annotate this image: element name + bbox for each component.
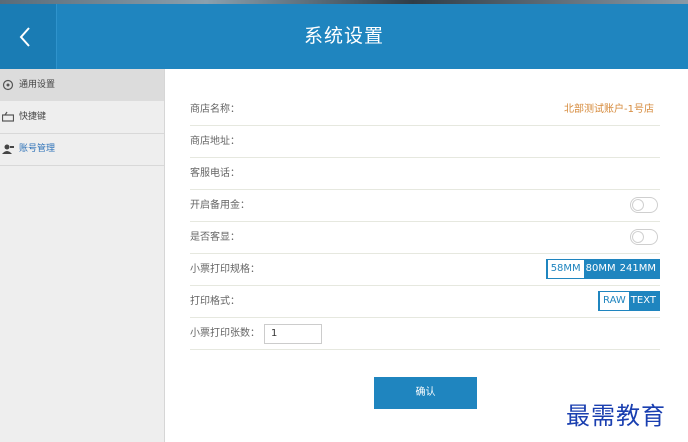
shop-name-label: 商店名称： xyxy=(190,104,240,115)
sidebar-item-general[interactable]: 通用设置 xyxy=(0,69,164,101)
receipt-spec-label: 小票打印规格： xyxy=(190,264,260,275)
copies-label: 小票打印张数： xyxy=(190,328,260,339)
shop-name-value: 北部测试账户-1号店 xyxy=(564,104,654,115)
toggle-knob xyxy=(632,199,644,211)
copies-input[interactable]: 1 xyxy=(264,324,322,344)
customer-display-toggle[interactable] xyxy=(630,229,658,245)
customer-display-row: 是否客显： xyxy=(190,222,660,254)
shop-address-label: 商店地址： xyxy=(190,136,240,147)
print-format-row: 打印格式： RAW TEXT xyxy=(190,286,660,318)
shop-name-row: 商店名称： 北部测试账户-1号店 xyxy=(190,94,660,126)
receipt-spec-row: 小票打印规格： 58MM 80MM 241MM xyxy=(190,254,660,286)
customer-display-label: 是否客显： xyxy=(190,232,240,243)
print-format-raw[interactable]: RAW xyxy=(600,292,629,310)
copies-row: 小票打印张数： 1 xyxy=(190,318,660,350)
receipt-spec-80mm[interactable]: 80MM xyxy=(584,261,618,277)
sidebar-item-account[interactable]: 账号管理 xyxy=(0,133,164,166)
sidebar-item-label: 通用设置 xyxy=(19,80,56,90)
keyboard-icon xyxy=(2,111,14,122)
sidebar-item-shortcuts[interactable]: 快捷键 xyxy=(0,101,164,134)
sidebar-item-label: 快捷键 xyxy=(19,112,47,122)
receipt-spec-241mm[interactable]: 241MM xyxy=(618,261,658,277)
header-bar: 系统设置 xyxy=(0,0,688,69)
sidebar-item-label: 账号管理 xyxy=(19,144,56,154)
print-format-label: 打印格式： xyxy=(190,296,240,307)
sidebar: 通用设置 快捷键 账号管理 xyxy=(0,69,165,442)
watermark: 最需教育 xyxy=(566,402,666,430)
print-format-selector: RAW TEXT xyxy=(598,291,660,311)
user-icon xyxy=(2,144,14,154)
receipt-spec-selector: 58MM 80MM 241MM xyxy=(545,259,660,279)
toggle-knob xyxy=(632,231,644,243)
service-phone-row[interactable]: 客服电话： xyxy=(190,158,660,190)
service-phone-label: 客服电话： xyxy=(190,168,240,179)
page-title: 系统设置 xyxy=(303,25,384,47)
reserve-fund-row: 开启备用金： xyxy=(190,190,660,222)
receipt-spec-58mm[interactable]: 58MM xyxy=(547,260,584,278)
print-format-text[interactable]: TEXT xyxy=(629,293,658,309)
reserve-fund-label: 开启备用金： xyxy=(190,200,250,211)
reserve-fund-toggle[interactable] xyxy=(630,197,658,213)
confirm-button[interactable]: 确认 xyxy=(374,377,477,409)
shop-address-row[interactable]: 商店地址： xyxy=(190,126,660,158)
settings-icon xyxy=(2,79,14,91)
